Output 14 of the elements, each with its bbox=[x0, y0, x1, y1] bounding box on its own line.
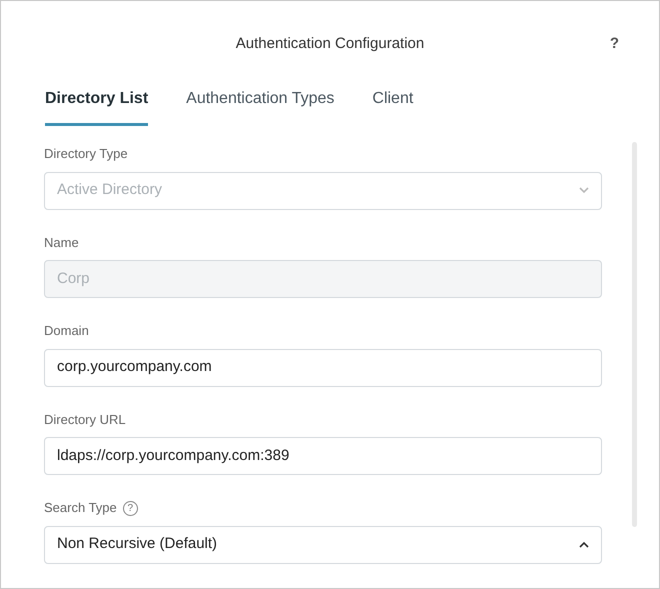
help-icon[interactable]: ? bbox=[122, 501, 138, 516]
field-label: Search Type bbox=[44, 499, 117, 517]
input-field[interactable]: corp.yourcompany.com bbox=[44, 348, 602, 386]
field-label: Directory Type bbox=[44, 145, 128, 163]
input-field[interactable]: ldaps://corp.yourcompany.com:389 bbox=[44, 437, 602, 475]
tab[interactable]: Directory List bbox=[45, 87, 148, 126]
help-icon[interactable]: ? bbox=[610, 33, 619, 56]
tab[interactable]: Client bbox=[372, 87, 414, 126]
dropdown-field[interactable]: Non Recursive (Default) bbox=[44, 526, 602, 564]
dialog-title: Authentication Configuration bbox=[236, 34, 424, 54]
field-label: Directory URL bbox=[44, 410, 126, 429]
field-label: Domain bbox=[44, 322, 89, 340]
field-label: Name bbox=[44, 234, 79, 252]
tab[interactable]: Authentication Types bbox=[186, 87, 334, 126]
